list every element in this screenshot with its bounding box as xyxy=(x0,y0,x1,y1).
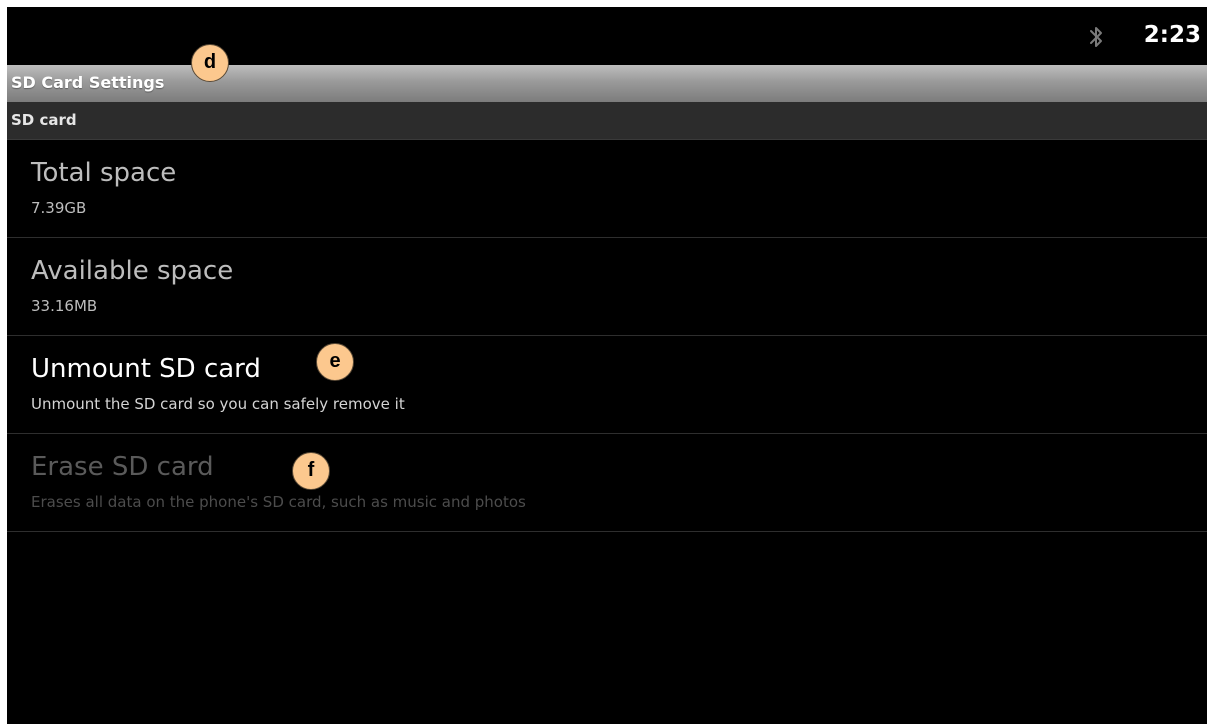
section-header: SD card xyxy=(7,102,1207,140)
bluetooth-icon xyxy=(1086,22,1106,52)
pref-unmount-sd-card[interactable]: Unmount SD card Unmount the SD card so y… xyxy=(7,336,1207,434)
page-title: SD Card Settings xyxy=(11,73,165,92)
annotation-marker-e: e xyxy=(316,343,354,381)
pref-title: Erase SD card xyxy=(31,452,214,482)
pref-title: Total space xyxy=(31,158,177,188)
annotation-marker-f: f xyxy=(292,452,330,490)
pref-summary: Unmount the SD card so you can safely re… xyxy=(31,395,405,413)
section-header-label: SD card xyxy=(11,111,77,129)
title-bar: SD Card Settings xyxy=(7,65,1207,102)
status-clock: 2:23 xyxy=(1143,22,1201,48)
pref-summary: 7.39GB xyxy=(31,199,87,217)
pref-available-space[interactable]: Available space 33.16MB xyxy=(7,238,1207,336)
device-screen: 2:23 SD Card Settings SD card Total spac… xyxy=(7,7,1207,724)
pref-summary: 33.16MB xyxy=(31,297,98,315)
annotation-marker-d: d xyxy=(191,44,229,82)
pref-title: Available space xyxy=(31,256,234,286)
status-bar: 2:23 xyxy=(7,7,1207,65)
pref-summary: Erases all data on the phone's SD card, … xyxy=(31,493,526,511)
pref-total-space[interactable]: Total space 7.39GB xyxy=(7,140,1207,238)
pref-erase-sd-card: Erase SD card Erases all data on the pho… xyxy=(7,434,1207,532)
pref-title: Unmount SD card xyxy=(31,354,261,384)
